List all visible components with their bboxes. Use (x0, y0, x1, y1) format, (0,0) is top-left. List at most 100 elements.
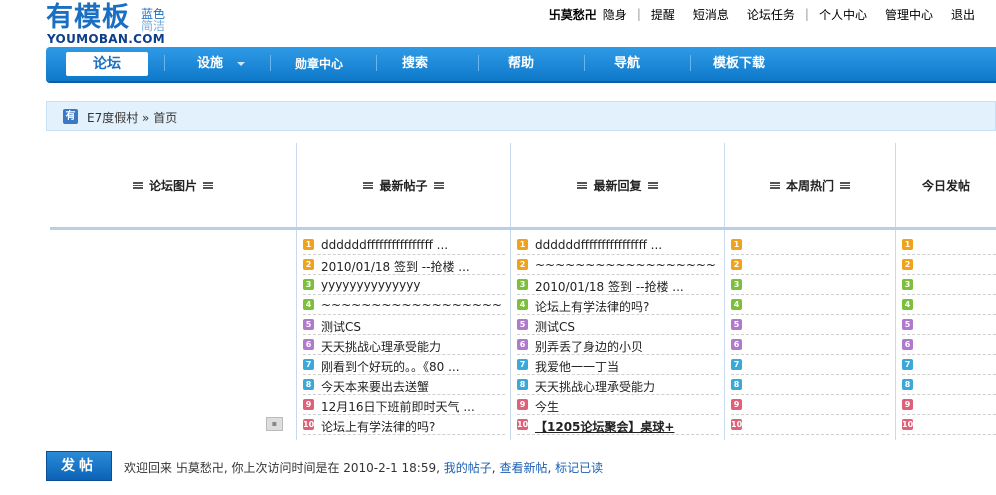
list-item[interactable]: 3 2010/01/18 签到 --抢楼 ... (517, 275, 719, 295)
rank-badge-icon: 6 (303, 339, 314, 350)
rank-badge-icon: 2 (517, 259, 528, 270)
thread-title-link[interactable]: 测试CS (321, 318, 503, 335)
home-icon[interactable]: 有 (63, 109, 78, 124)
list-item[interactable]: 2 ~~~~~~~~~~~~~~~~~~~~ (517, 255, 719, 275)
list-item[interactable]: 8 今天本来要出去送蟹 (303, 375, 505, 395)
profile-link[interactable]: 个人中心 (819, 6, 867, 23)
list-item[interactable]: 10 【1205论坛聚会】桌球+ (517, 415, 719, 435)
thread-title-link[interactable]: yyyyyyyyyyyyyy (321, 278, 503, 292)
thread-title-link[interactable]: 论坛上有学法律的吗? (321, 418, 503, 435)
column-divider (895, 230, 896, 440)
mark-read-link[interactable]: 标记已读 (555, 461, 603, 475)
list-item[interactable]: 1 ddddddffffffffffffffff ... (517, 235, 719, 255)
thread-title-link[interactable]: 我爱他一一丁当 (535, 358, 717, 375)
forum-page: 有模板 蓝色 简洁 YOUMOBAN.COM 卐莫愁卍 隐身 | 提醒 短消息 … (0, 0, 996, 495)
col-header-latest-posts[interactable]: 最新帖子 (297, 143, 510, 227)
col-header-pics[interactable]: 论坛图片 (50, 143, 296, 227)
thread-title-link[interactable]: 2010/01/18 签到 --抢楼 ... (535, 278, 717, 295)
rank-badge-icon: 9 (902, 399, 913, 410)
rank-badge-icon: 5 (902, 319, 913, 330)
list-item[interactable]: 7 刚看到个好玩的。。《80 ... (303, 355, 505, 375)
list-item[interactable]: 9 今生 (517, 395, 719, 415)
thread-title-link[interactable]: ddddddffffffffffffffff ... (535, 238, 717, 252)
top-user-nav: 卐莫愁卍 隐身 | 提醒 短消息 论坛任务 | 个人中心 管理中心 退出 (540, 6, 984, 22)
nav-template-download[interactable]: 模板下载 (698, 52, 780, 76)
nav-medals[interactable]: 勋章中心 (278, 52, 360, 76)
list-item: 8 (902, 375, 996, 395)
list-item: 8 (731, 375, 889, 395)
rank-badge-icon: 1 (902, 239, 913, 250)
nav-search[interactable]: 搜索 (384, 52, 446, 76)
rank-badge-icon: 5 (517, 319, 528, 330)
nav-divider (270, 55, 271, 71)
nav-guide[interactable]: 导航 (596, 52, 658, 76)
thread-title-link[interactable]: ~~~~~~~~~~~~~~~~~~~~ (535, 258, 717, 272)
rank-badge-icon: 1 (517, 239, 528, 250)
list-item: 9 (731, 395, 889, 415)
rank-badge-icon: 8 (731, 379, 742, 390)
invisible-toggle[interactable]: 隐身 (603, 6, 627, 23)
header-underline (50, 227, 996, 230)
nav-help[interactable]: 帮助 (490, 52, 552, 76)
welcome-message: 欢迎回来 卐莫愁卍, 你上次访问时间是在 2010-2-1 18:59, 我的帖… (124, 459, 603, 476)
rank-badge-icon: 4 (731, 299, 742, 310)
admin-link[interactable]: 管理中心 (885, 6, 933, 23)
my-posts-link[interactable]: 我的帖子 (444, 461, 492, 475)
remind-link[interactable]: 提醒 (651, 6, 675, 23)
thread-title-link[interactable]: 【1205论坛聚会】桌球+ (535, 418, 717, 435)
list-item[interactable]: 6 天天挑战心理承受能力 (303, 335, 505, 355)
thread-title-link[interactable]: 天天挑战心理承受能力 (535, 378, 717, 395)
list-item[interactable]: 7 我爱他一一丁当 (517, 355, 719, 375)
thread-title-link[interactable]: 今天本来要出去送蟹 (321, 378, 503, 395)
nav-forum[interactable]: 论坛 (66, 52, 148, 76)
thread-title-link[interactable]: 今生 (535, 398, 717, 415)
view-new-posts-link[interactable]: 查看新帖 (499, 461, 547, 475)
thread-title-link[interactable]: 12月16日下班前即时天气 ... (321, 398, 503, 415)
site-logo[interactable]: 有模板 蓝色 简洁 YOUMOBAN.COM (46, 2, 176, 46)
column-divider (296, 230, 297, 440)
new-post-button[interactable]: 发帖 (46, 451, 112, 481)
list-item[interactable]: 2 2010/01/18 签到 --抢楼 ... (303, 255, 505, 275)
separator: | (636, 7, 641, 21)
list-item[interactable]: 10 论坛上有学法律的吗? (303, 415, 505, 435)
image-placeholder-icon[interactable]: ▪ (266, 417, 283, 431)
list-item[interactable]: 4 论坛上有学法律的吗? (517, 295, 719, 315)
breadcrumb-forum-link[interactable]: E7度假村 (87, 111, 138, 125)
comma-separator: , (547, 461, 556, 475)
messages-link[interactable]: 短消息 (693, 6, 729, 23)
thread-title-link[interactable]: ddddddffffffffffffffff ... (321, 238, 503, 252)
username-link[interactable]: 卐莫愁卍 (549, 6, 597, 23)
separator: | (804, 7, 809, 21)
list-item: 9 (902, 395, 996, 415)
nav-divider (376, 55, 377, 71)
thread-title-link[interactable]: 测试CS (535, 318, 717, 335)
list-item: 1 (731, 235, 889, 255)
thread-title-link[interactable]: 刚看到个好玩的。。《80 ... (321, 358, 503, 375)
rank-badge-icon: 4 (517, 299, 528, 310)
list-item[interactable]: 3 yyyyyyyyyyyyyy (303, 275, 505, 295)
tasks-link[interactable]: 论坛任务 (747, 6, 795, 23)
list-item[interactable]: 6 别弄丢了身边的小贝 (517, 335, 719, 355)
latest-replies-list: 1 ddddddffffffffffffffff ... 2 ~~~~~~~~~~~~… (517, 235, 719, 435)
thread-title-link[interactable]: 别弄丢了身边的小贝 (535, 338, 717, 355)
nav-facilities[interactable]: 设施 (176, 52, 266, 76)
breadcrumb: 有 E7度假村 » 首页 (46, 101, 996, 131)
list-item[interactable]: 5 测试CS (303, 315, 505, 335)
thread-title-link[interactable]: ~~~~~~~~~~~~~~~~~~~~ (321, 298, 503, 312)
list-item[interactable]: 8 天天挑战心理承受能力 (517, 375, 719, 395)
thread-title-link[interactable]: 天天挑战心理承受能力 (321, 338, 503, 355)
thread-title-link[interactable]: 2010/01/18 签到 --抢楼 ... (321, 258, 503, 275)
today-posts-list: 1 2 3 4 5 6 7 8 9 10 (902, 235, 996, 435)
menu-bars-icon (840, 181, 850, 189)
col-header-latest-replies[interactable]: 最新回复 (511, 143, 724, 227)
chevron-down-icon (237, 61, 245, 66)
list-item[interactable]: 9 12月16日下班前即时天气 ... (303, 395, 505, 415)
list-item[interactable]: 1 ddddddffffffffffffffff ... (303, 235, 505, 255)
list-item[interactable]: 4 ~~~~~~~~~~~~~~~~~~~~ (303, 295, 505, 315)
list-item[interactable]: 5 测试CS (517, 315, 719, 335)
thread-title-link[interactable]: 论坛上有学法律的吗? (535, 298, 717, 315)
col-header-today-posts[interactable]: 今日发帖 (896, 143, 996, 227)
menu-bars-icon (769, 181, 780, 189)
logout-link[interactable]: 退出 (951, 6, 975, 23)
col-header-weekly-hot[interactable]: 本周热门 (725, 143, 895, 227)
